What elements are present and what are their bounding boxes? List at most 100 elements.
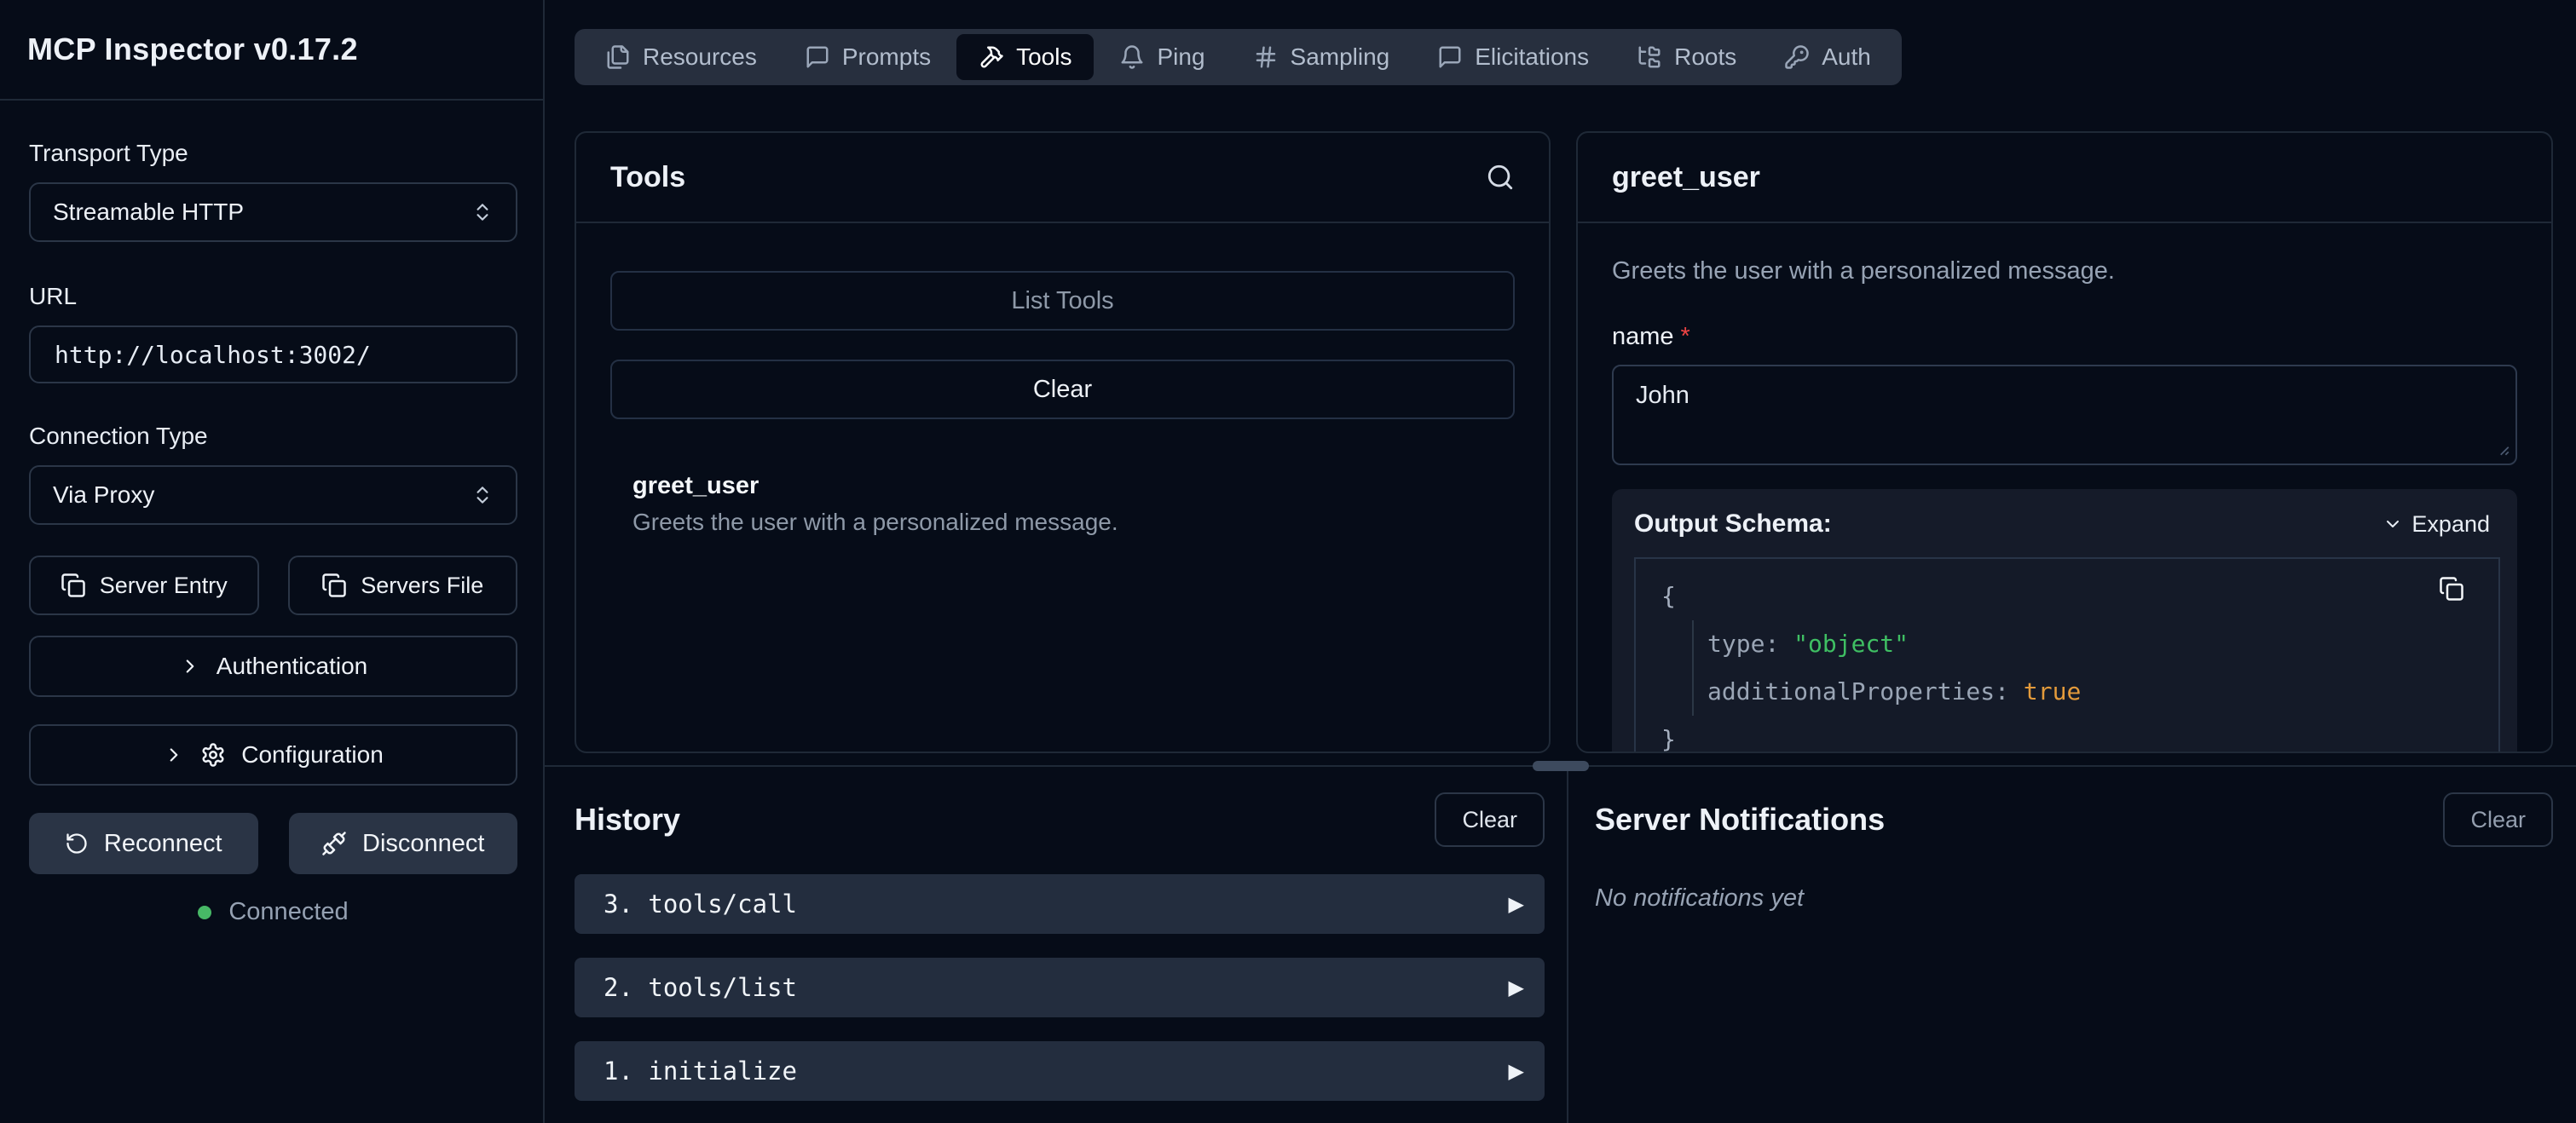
tabbar: Resources Prompts Tools Ping (575, 29, 1902, 85)
expand-label: Expand (2411, 511, 2490, 538)
history-entry[interactable]: 3. tools/call ▶ (575, 874, 1545, 934)
chevrons-up-down-icon (471, 484, 494, 506)
reconnect-button[interactable]: Reconnect (29, 813, 258, 874)
message-square-icon (1437, 44, 1463, 70)
hammer-icon (979, 44, 1004, 70)
server-buttons-row: Server Entry Servers File (29, 556, 517, 615)
history-entry-label: 1. initialize (604, 1057, 797, 1086)
servers-file-button[interactable]: Servers File (288, 556, 518, 615)
clear-notifications-button[interactable]: Clear (2443, 792, 2553, 847)
play-icon: ▶ (1509, 892, 1524, 916)
copy-icon (61, 573, 86, 598)
tool-description: Greets the user with a personalized mess… (632, 509, 1515, 536)
tab-label: Roots (1674, 43, 1736, 71)
param-name-input[interactable]: John (1612, 365, 2517, 465)
transport-type-value: Streamable HTTP (53, 199, 244, 226)
tool-name: greet_user (632, 472, 1515, 500)
panels-row: Tools List Tools Clear greet_user Greets… (575, 131, 2553, 753)
history-title: History (575, 802, 680, 838)
clear-tools-button[interactable]: Clear (610, 360, 1515, 419)
tab-label: Ping (1157, 43, 1204, 71)
url-label: URL (29, 283, 517, 310)
files-icon (605, 44, 631, 70)
chevron-right-icon (163, 744, 185, 766)
history-entry[interactable]: 2. tools/list ▶ (575, 958, 1545, 1017)
status-dot-icon (198, 906, 211, 919)
param-name-text: name (1612, 323, 1674, 350)
tool-list-item[interactable]: greet_user Greets the user with a person… (610, 472, 1515, 536)
tab-resources[interactable]: Resources (583, 34, 779, 80)
sidebar: MCP Inspector v0.17.2 Transport Type Str… (0, 0, 545, 1123)
code-sep: : (1995, 677, 2024, 705)
server-entry-button[interactable]: Server Entry (29, 556, 259, 615)
tab-auth[interactable]: Auth (1762, 34, 1893, 80)
status-text: Connected (228, 898, 348, 926)
sidebar-body: Transport Type Streamable HTTP URL Conne… (0, 101, 543, 926)
configuration-toggle[interactable]: Configuration (29, 724, 517, 786)
bottom-section: History Clear 3. tools/call ▶ 2. tools/l… (545, 767, 2576, 1123)
code-close-brace: } (1661, 716, 2422, 753)
tool-detail-panel: greet_user Greets the user with a person… (1576, 131, 2553, 753)
connection-type-select[interactable]: Via Proxy (29, 465, 517, 525)
tab-tools[interactable]: Tools (956, 34, 1094, 80)
tab-label: Elicitations (1475, 43, 1589, 71)
no-notifications-text: No notifications yet (1595, 884, 2553, 913)
history-entry-label: 3. tools/call (604, 890, 797, 919)
tools-panel: Tools List Tools Clear greet_user Greets… (575, 131, 1551, 753)
transport-type-label: Transport Type (29, 140, 517, 167)
schema-code-block: { type: "object" additionalProperties: t… (1634, 557, 2500, 753)
clear-history-button[interactable]: Clear (1435, 792, 1545, 847)
server-entry-label: Server Entry (100, 573, 228, 599)
connection-status: Connected (29, 898, 517, 926)
output-schema-header: Output Schema: Expand (1634, 510, 2500, 538)
code-sep: : (1765, 630, 1793, 658)
tool-detail-description: Greets the user with a personalized mess… (1612, 257, 2517, 285)
server-notifications-panel: Server Notifications Clear No notificati… (1568, 767, 2576, 1123)
hash-icon (1253, 44, 1279, 70)
copy-icon[interactable] (2439, 576, 2464, 602)
bell-icon (1119, 44, 1145, 70)
code-key: additionalProperties (1707, 677, 1995, 705)
gear-icon (200, 742, 226, 768)
chevrons-up-down-icon (471, 201, 494, 223)
tools-panel-body: List Tools Clear greet_user Greets the u… (576, 223, 1549, 536)
history-entry[interactable]: 1. initialize ▶ (575, 1041, 1545, 1101)
authentication-toggle[interactable]: Authentication (29, 636, 517, 697)
search-icon[interactable] (1486, 163, 1515, 192)
list-tools-button[interactable]: List Tools (610, 271, 1515, 331)
param-input-wrap: John (1612, 365, 2517, 465)
panel-resize-handle[interactable] (1533, 761, 1589, 771)
folder-tree-icon (1637, 44, 1662, 70)
copy-icon (321, 573, 347, 598)
code-value: "object" (1793, 630, 1909, 658)
url-input[interactable] (29, 325, 517, 383)
chevron-right-icon (179, 655, 201, 677)
param-name-label: name * (1612, 323, 2517, 351)
code-line: additionalProperties: true (1707, 668, 2422, 716)
tools-panel-title: Tools (610, 161, 685, 194)
connection-actions-row: Reconnect Disconnect (29, 813, 517, 874)
key-icon (1784, 44, 1810, 70)
code-open-brace: { (1661, 573, 2422, 620)
tab-elicitations[interactable]: Elicitations (1415, 34, 1611, 80)
connection-type-value: Via Proxy (53, 481, 154, 509)
main-area: Resources Prompts Tools Ping (545, 0, 2576, 1123)
required-asterisk: * (1681, 323, 1690, 350)
authentication-label: Authentication (217, 653, 367, 680)
history-header: History Clear (575, 792, 1545, 847)
expand-schema-button[interactable]: Expand (2383, 511, 2490, 538)
tab-label: Auth (1822, 43, 1871, 71)
servers-file-label: Servers File (361, 573, 483, 599)
tab-ping[interactable]: Ping (1097, 34, 1227, 80)
disconnect-label: Disconnect (362, 830, 484, 858)
tab-sampling[interactable]: Sampling (1231, 34, 1412, 80)
transport-type-select[interactable]: Streamable HTTP (29, 182, 517, 242)
connection-type-label: Connection Type (29, 423, 517, 450)
top-section: Resources Prompts Tools Ping (545, 0, 2576, 767)
unplug-icon (321, 831, 347, 856)
history-entry-label: 2. tools/list (604, 973, 797, 1002)
code-indented-block: type: "object" additionalProperties: tru… (1692, 620, 2422, 716)
disconnect-button[interactable]: Disconnect (289, 813, 518, 874)
tab-roots[interactable]: Roots (1614, 34, 1759, 80)
tab-prompts[interactable]: Prompts (783, 34, 953, 80)
